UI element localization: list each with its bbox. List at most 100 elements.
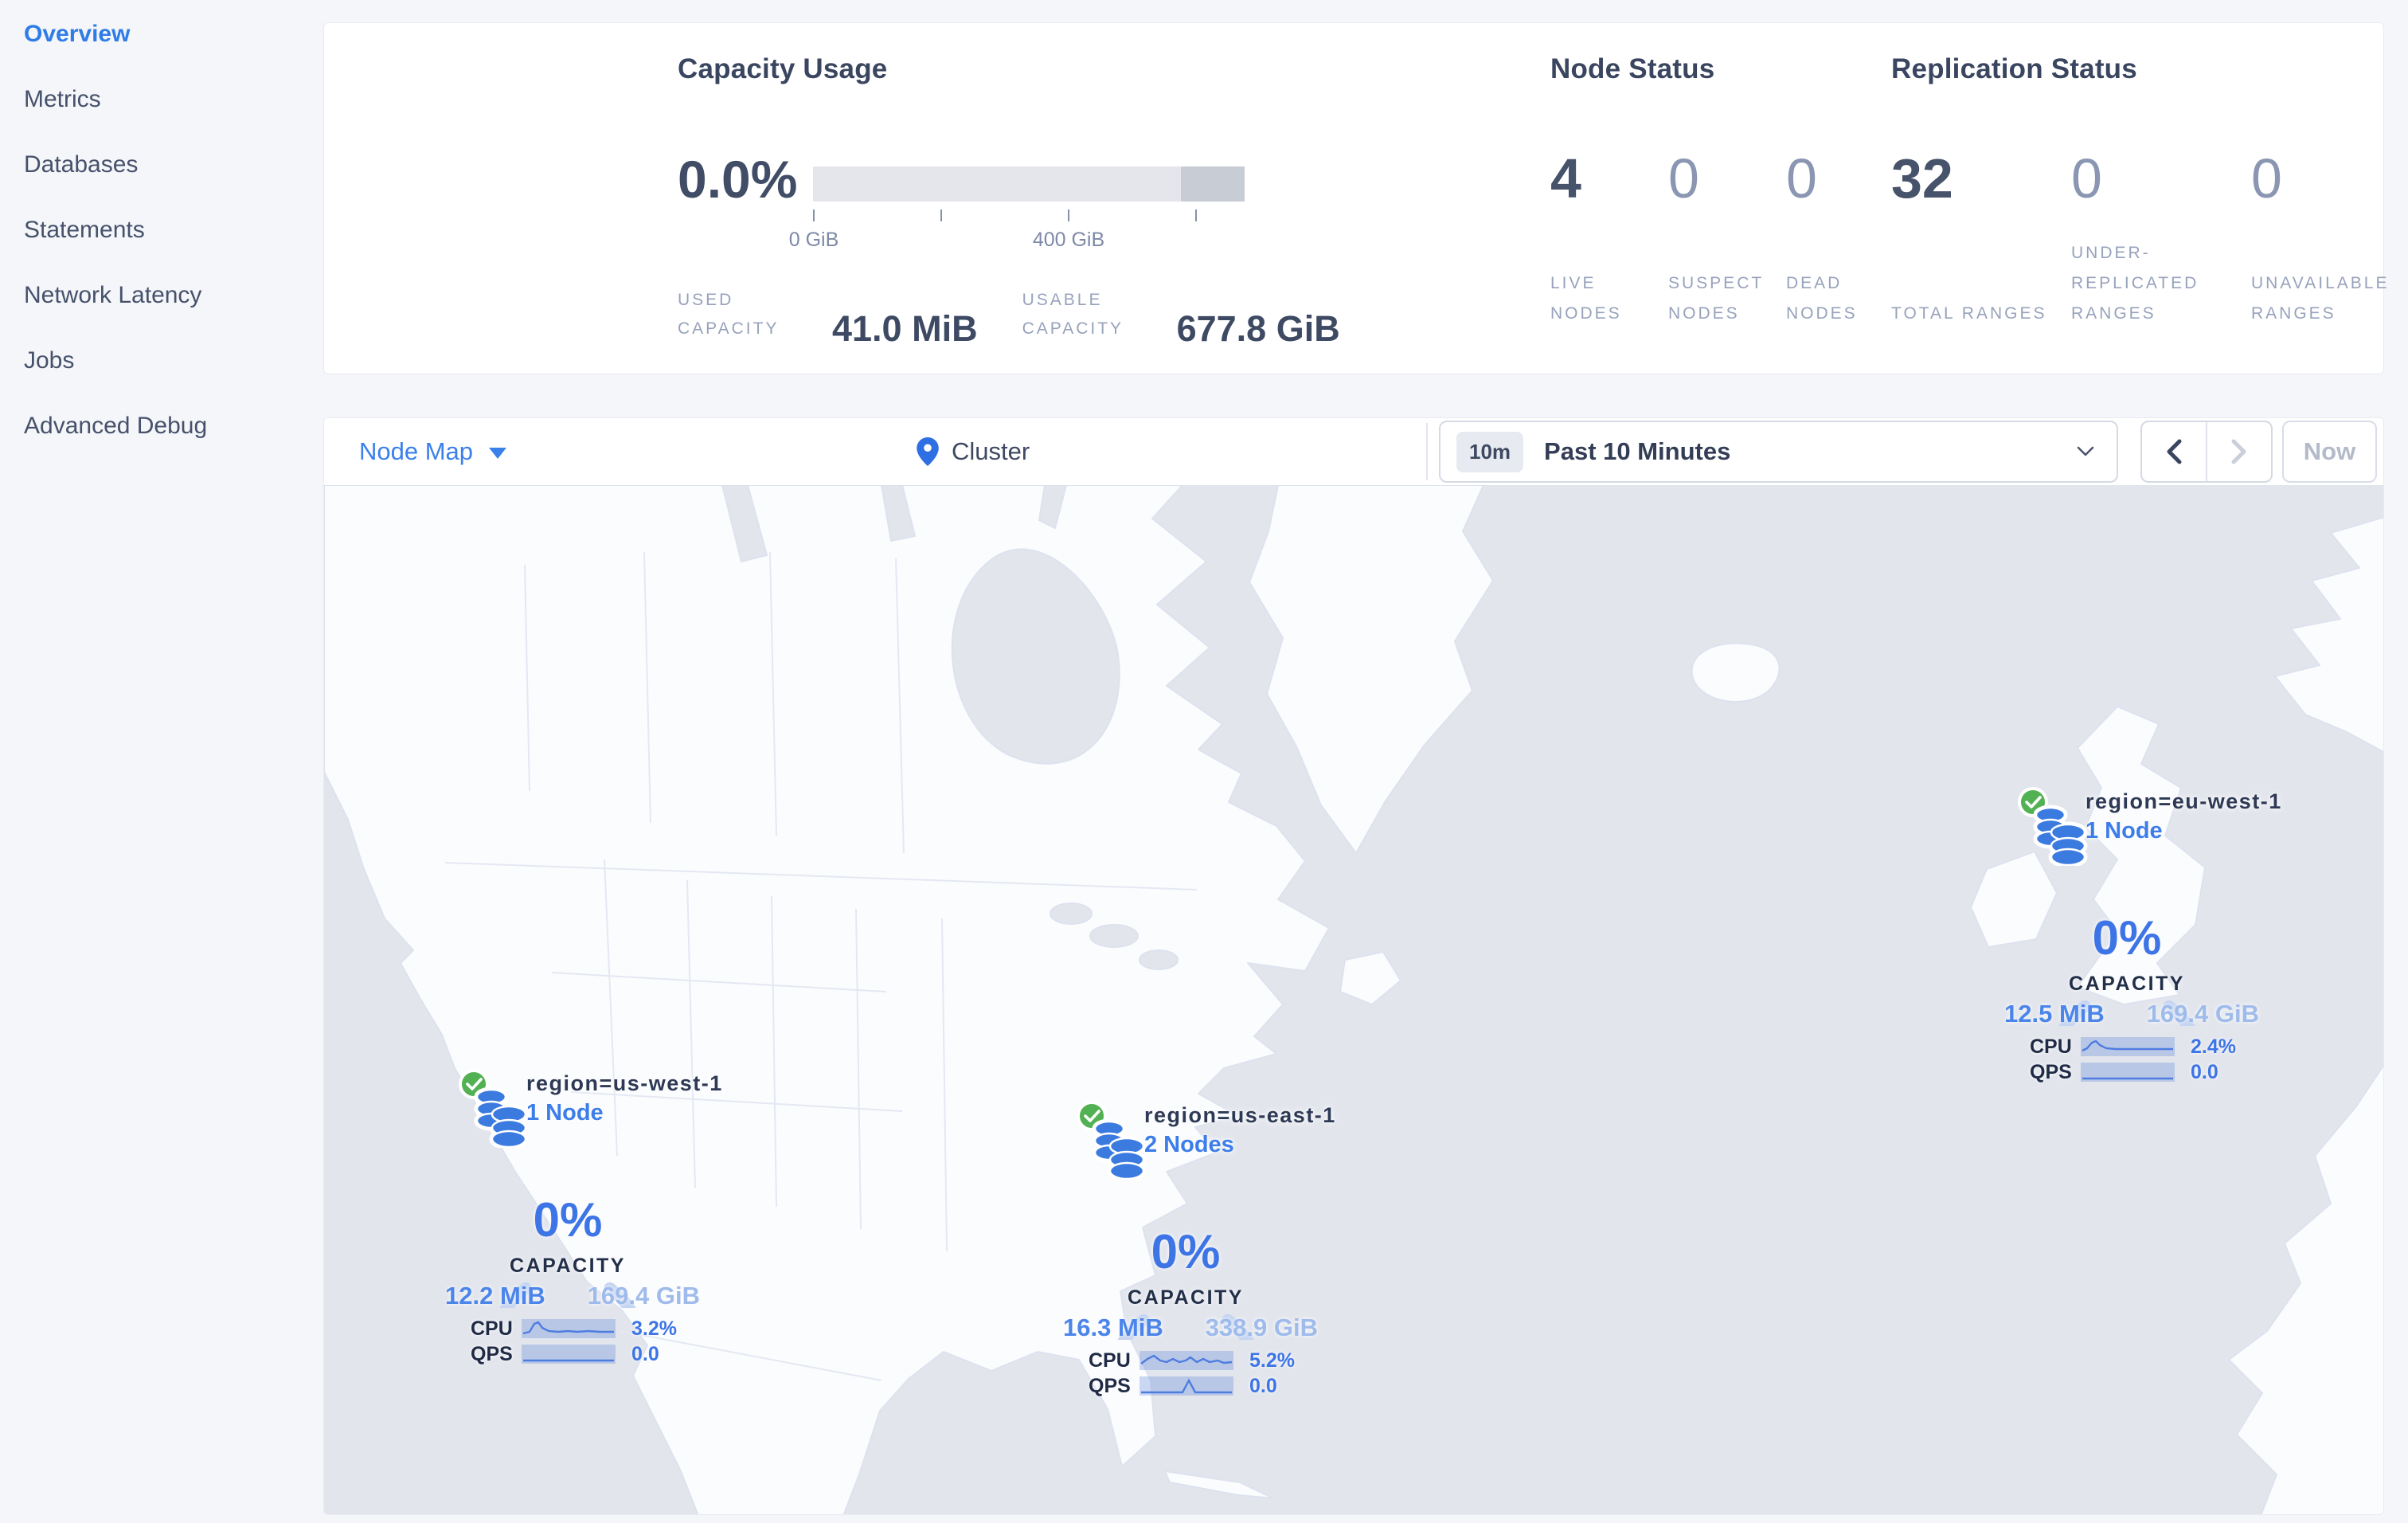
unavailable-ranges-stat: 0 UNAVAILABLE RANGES	[2251, 149, 2408, 329]
chevron-down-icon	[2077, 446, 2094, 456]
dead-nodes-value: 0	[1786, 147, 1817, 209]
region-marker-us-east-1[interactable]: region=us-east-1 2 Nodes 0% CAPACITY 16.…	[1063, 1097, 1337, 1397]
time-range-dropdown[interactable]: 10m Past 10 Minutes	[1439, 421, 2118, 483]
sidebar-item-databases[interactable]: Databases	[0, 132, 323, 198]
node-map-card: Node Map Cluster 10m Past 10 Minutes Now…	[323, 417, 2384, 1515]
used-capacity-stat: USED CAPACITY 41.0 MiB	[678, 286, 978, 346]
total-ranges-value: 32	[1891, 147, 1953, 209]
region-capacity-label: CAPACITY	[510, 1255, 626, 1277]
unavailable-ranges-value: 0	[2251, 147, 2282, 209]
region-name: region=us-east-1	[1144, 1103, 1336, 1127]
total-ranges-stat: 32 TOTAL RANGES	[1891, 149, 2071, 329]
view-mode-dropdown[interactable]: Node Map	[359, 418, 507, 485]
live-nodes-label: LIVE NODES	[1550, 274, 1622, 323]
region-capacity-percent: 0%	[2092, 911, 2162, 965]
time-forward-button[interactable]	[2207, 422, 2271, 481]
qps-sparkline	[1140, 1376, 1233, 1396]
capacity-bar-reserved-segment	[1181, 166, 1245, 202]
region-usable-capacity: 169.4 GiB	[2146, 1000, 2259, 1028]
usable-capacity-stat: USABLE CAPACITY 677.8 GiB	[1022, 286, 1340, 346]
unavailable-ranges-label: UNAVAILABLE RANGES	[2251, 274, 2390, 323]
capacity-bar	[813, 166, 1245, 202]
qps-label: QPS	[2030, 1060, 2072, 1083]
world-map: region=us-west-1 1 Node 0% CAPACITY 12.2…	[324, 485, 2383, 1514]
node-status-section: Node Status 4 LIVE NODES 0 SUSPECT NODES…	[1550, 23, 1885, 374]
suspect-nodes-value: 0	[1668, 147, 1699, 209]
sidebar-item-overview[interactable]: Overview	[0, 2, 323, 67]
live-nodes-stat: 4 LIVE NODES	[1550, 149, 1668, 329]
region-marker-eu-west-1[interactable]: region=eu-west-1 1 Node 0% CAPACITY 12.5…	[2004, 783, 2281, 1083]
capacity-tick	[1068, 209, 1069, 221]
view-mode-label: Node Map	[359, 437, 474, 465]
total-ranges-label: TOTAL RANGES	[1891, 304, 2047, 323]
region-name: region=us-west-1	[526, 1071, 723, 1095]
sidebar-item-metrics[interactable]: Metrics	[0, 67, 323, 132]
time-range-label: Past 10 Minutes	[1544, 437, 1731, 465]
cpu-label: CPU	[471, 1317, 513, 1340]
sidebar-item-jobs[interactable]: Jobs	[0, 328, 323, 393]
qps-value: 0.0	[631, 1342, 659, 1365]
sidebar: Overview Metrics Databases Statements Ne…	[0, 0, 323, 1523]
cpu-value: 5.2%	[1249, 1349, 1295, 1372]
capacity-tick	[813, 209, 815, 221]
cpu-sparkline	[2081, 1037, 2175, 1056]
sidebar-item-advanced-debug[interactable]: Advanced Debug	[0, 393, 323, 459]
dead-nodes-label: DEAD NODES	[1786, 274, 1858, 323]
usable-capacity-value: 677.8 GiB	[1176, 308, 1340, 349]
region-used-capacity: 16.3 MiB	[1063, 1314, 1163, 1341]
chevron-right-icon	[2231, 439, 2246, 464]
capacity-tick	[940, 209, 942, 221]
capacity-tick	[1195, 209, 1197, 221]
cpu-sparkline	[1140, 1351, 1233, 1370]
dropdown-triangle-icon	[489, 448, 507, 459]
usable-capacity-label: USABLE CAPACITY	[1022, 291, 1124, 338]
now-button[interactable]: Now	[2282, 421, 2377, 483]
suspect-nodes-label: SUSPECT NODES	[1668, 274, 1764, 323]
region-capacity-percent: 0%	[1151, 1225, 1221, 1278]
toolbar-divider	[1426, 423, 1428, 480]
region-capacity-label: CAPACITY	[2069, 973, 2185, 995]
under-replicated-ranges-value: 0	[2071, 147, 2102, 209]
region-marker-us-west-1[interactable]: region=us-west-1 1 Node 0% CAPACITY 12.2…	[445, 1065, 721, 1365]
breadcrumb-label: Cluster	[952, 437, 1030, 465]
capacity-tick-label-0: 0 GiB	[788, 229, 839, 251]
capacity-percent: 0.0%	[678, 150, 798, 209]
map-pin-icon	[917, 437, 939, 466]
capacity-usage-section: Capacity Usage 0.0% 0 GiB 400 GiB USED C…	[678, 23, 1546, 374]
qps-value: 0.0	[1249, 1374, 1277, 1397]
region-name: region=eu-west-1	[2086, 789, 2282, 813]
breadcrumb[interactable]: Cluster	[917, 418, 1030, 485]
qps-label: QPS	[471, 1342, 513, 1365]
under-replicated-ranges-stat: 0 UNDER-REPLICATED RANGES	[2071, 149, 2251, 329]
qps-sparkline	[522, 1345, 616, 1364]
qps-value: 0.0	[2191, 1060, 2218, 1083]
qps-label: QPS	[1089, 1374, 1131, 1397]
cpu-value: 2.4%	[2191, 1035, 2236, 1058]
cpu-sparkline	[522, 1319, 616, 1338]
used-capacity-label: USED CAPACITY	[678, 291, 780, 338]
replication-status-title: Replication Status	[1891, 53, 2137, 84]
sidebar-item-statements[interactable]: Statements	[0, 198, 323, 263]
time-range-badge: 10m	[1456, 431, 1524, 472]
chevron-left-icon	[2167, 439, 2182, 464]
node-status-title: Node Status	[1550, 53, 1715, 84]
time-back-button[interactable]	[2142, 422, 2207, 481]
dead-nodes-stat: 0 DEAD NODES	[1786, 149, 1904, 329]
used-capacity-value: 41.0 MiB	[832, 308, 978, 349]
region-capacity-percent: 0%	[533, 1193, 603, 1247]
time-range-arrows	[2140, 421, 2273, 483]
under-replicated-ranges-label: UNDER-REPLICATED RANGES	[2071, 244, 2199, 323]
map-toolbar: Node Map Cluster 10m Past 10 Minutes Now	[324, 418, 2383, 485]
capacity-tick-label-400: 400 GiB	[1032, 229, 1105, 251]
suspect-nodes-stat: 0 SUSPECT NODES	[1668, 149, 1786, 329]
region-capacity-label: CAPACITY	[1128, 1286, 1244, 1309]
live-nodes-value: 4	[1550, 147, 1581, 209]
region-usable-capacity: 338.9 GiB	[1205, 1314, 1318, 1341]
region-used-capacity: 12.5 MiB	[2004, 1000, 2105, 1028]
qps-sparkline	[2081, 1063, 2175, 1082]
replication-status-section: Replication Status 32 TOTAL RANGES 0 UND…	[1891, 23, 2386, 374]
region-used-capacity: 12.2 MiB	[445, 1282, 545, 1310]
sidebar-item-network-latency[interactable]: Network Latency	[0, 263, 323, 328]
cluster-summary-card: Capacity Usage 0.0% 0 GiB 400 GiB USED C…	[323, 22, 2386, 374]
capacity-usage-title: Capacity Usage	[678, 53, 888, 84]
